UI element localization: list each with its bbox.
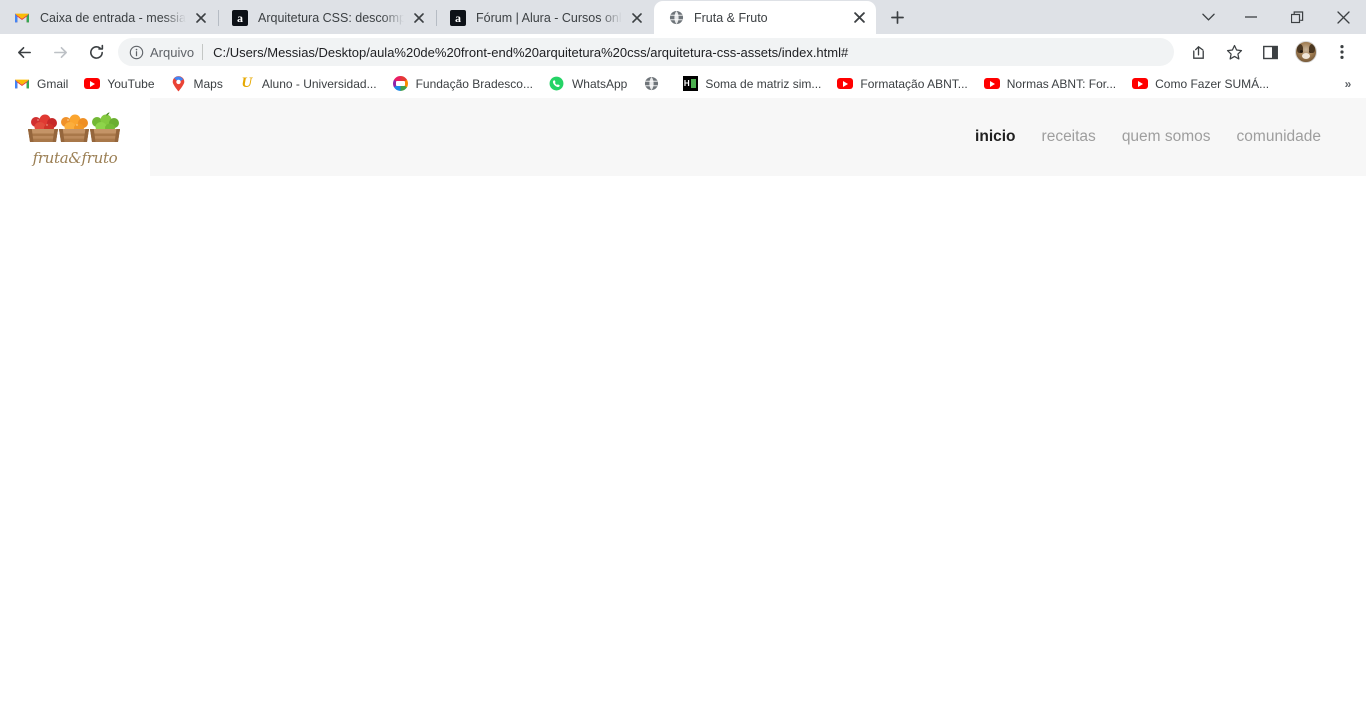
new-tab-button[interactable] bbox=[882, 2, 912, 32]
minimize-icon[interactable] bbox=[1228, 0, 1274, 34]
bookmark-maps[interactable]: Maps bbox=[163, 73, 231, 95]
bookmark-label: Aluno - Universidad... bbox=[261, 76, 377, 91]
fruit-crates-logo bbox=[24, 109, 126, 149]
bookmark-label: WhatsApp bbox=[571, 76, 628, 91]
tab-title: Fruta & Fruto bbox=[694, 10, 768, 25]
bookmark-label: Fundação Bradesco... bbox=[415, 76, 533, 91]
bookmark-label: Como Fazer SUMÁ... bbox=[1155, 76, 1270, 91]
three-dot-menu-icon[interactable] bbox=[1328, 38, 1356, 66]
url-scheme-label: Arquivo bbox=[150, 44, 195, 60]
browser-tab-1[interactable]: a Arquitetura CSS: descomplicando bbox=[218, 1, 436, 34]
side-panel-icon[interactable] bbox=[1256, 38, 1284, 66]
youtube-icon bbox=[1132, 76, 1149, 92]
u-letter-icon: U bbox=[241, 75, 253, 91]
page-viewport: fruta&fruto inicio receitas quem somos c… bbox=[0, 98, 1366, 728]
bradesco-icon bbox=[393, 76, 409, 92]
page-main-content bbox=[0, 176, 1366, 728]
logo-wordmark: fruta&fruto bbox=[32, 148, 118, 167]
forward-arrow-icon[interactable] bbox=[46, 38, 74, 66]
address-bar[interactable]: Arquivo C:/Users/Messias/Desktop/aula%20… bbox=[118, 38, 1174, 66]
browser-tab-3-active[interactable]: Fruta & Fruto bbox=[654, 1, 876, 34]
info-circle-icon[interactable] bbox=[124, 40, 148, 64]
bookmark-aluno-universidade[interactable]: U Aluno - Universidad... bbox=[231, 73, 385, 95]
youtube-icon bbox=[837, 76, 854, 92]
youtube-icon bbox=[983, 76, 1000, 92]
toolbar-right-actions bbox=[1180, 38, 1360, 66]
reload-icon[interactable] bbox=[82, 38, 110, 66]
alura-icon: a bbox=[232, 9, 248, 26]
bookmark-label: Formatação ABNT... bbox=[860, 76, 968, 91]
maximize-icon[interactable] bbox=[1274, 0, 1320, 34]
close-icon[interactable] bbox=[192, 9, 210, 27]
bookmark-soma-de-matriz[interactable]: H Soma de matriz sim... bbox=[674, 73, 829, 95]
bookmark-whatsapp[interactable]: WhatsApp bbox=[541, 73, 635, 95]
tab-title: Arquitetura CSS: descomplicando bbox=[258, 10, 404, 25]
bookmark-como-fazer-sumario[interactable]: Como Fazer SUMÁ... bbox=[1124, 73, 1277, 95]
bookmark-label: Normas ABNT: For... bbox=[1006, 76, 1117, 91]
bookmark-label: Maps bbox=[193, 76, 223, 91]
bookmark-unnamed-globe[interactable] bbox=[635, 73, 674, 95]
bookmark-fundacao-bradesco[interactable]: Fundação Bradesco... bbox=[385, 73, 541, 95]
tab-title: Caixa de entrada - messias.varelo bbox=[40, 10, 186, 25]
browser-toolbar: Arquivo C:/Users/Messias/Desktop/aula%20… bbox=[0, 34, 1366, 70]
close-icon[interactable] bbox=[410, 9, 428, 27]
nav-link-comunidade[interactable]: comunidade bbox=[1237, 128, 1321, 146]
nav-link-inicio[interactable]: inicio bbox=[975, 128, 1015, 146]
bookmark-youtube[interactable]: YouTube bbox=[76, 73, 162, 95]
star-icon[interactable] bbox=[1220, 38, 1248, 66]
bookmarks-bar: Gmail YouTube Maps U Aluno - Universidad… bbox=[0, 70, 1366, 98]
close-icon[interactable] bbox=[1320, 0, 1366, 34]
site-logo[interactable]: fruta&fruto bbox=[0, 98, 150, 176]
youtube-icon bbox=[84, 76, 101, 92]
gmail-icon bbox=[14, 10, 30, 26]
bookmark-normas-abnt[interactable]: Normas ABNT: For... bbox=[976, 73, 1124, 95]
url-text[interactable]: C:/Users/Messias/Desktop/aula%20de%20fro… bbox=[203, 45, 1170, 60]
browser-tab-strip: Caixa de entrada - messias.varelo a Arqu… bbox=[0, 0, 1366, 34]
nav-link-quem-somos[interactable]: quem somos bbox=[1122, 128, 1211, 146]
bookmark-formatacao-abnt[interactable]: Formatação ABNT... bbox=[829, 73, 975, 95]
globe-icon bbox=[668, 10, 684, 26]
gmail-icon bbox=[14, 76, 30, 92]
bookmark-label: Gmail bbox=[37, 76, 69, 91]
window-controls bbox=[1188, 0, 1366, 34]
bookmarks-overflow-icon[interactable]: » bbox=[1338, 74, 1358, 94]
tabs-container: Caixa de entrada - messias.varelo a Arqu… bbox=[0, 0, 912, 34]
globe-icon bbox=[643, 76, 659, 92]
tab-search-icon[interactable] bbox=[1188, 0, 1228, 34]
nav-link-receitas[interactable]: receitas bbox=[1042, 128, 1096, 146]
site-header: fruta&fruto inicio receitas quem somos c… bbox=[0, 98, 1366, 176]
bookmark-label: Soma de matriz sim... bbox=[705, 76, 822, 91]
browser-tab-2[interactable]: a Fórum | Alura - Cursos online de bbox=[436, 1, 654, 34]
site-navigation: inicio receitas quem somos comunidade bbox=[975, 128, 1366, 146]
browser-tab-0[interactable]: Caixa de entrada - messias.varelo bbox=[0, 1, 218, 34]
profile-avatar[interactable] bbox=[1292, 38, 1320, 66]
back-arrow-icon[interactable] bbox=[10, 38, 38, 66]
tab-title: Fórum | Alura - Cursos online de bbox=[476, 10, 622, 25]
close-icon[interactable] bbox=[850, 9, 868, 27]
share-icon[interactable] bbox=[1184, 38, 1212, 66]
bookmark-label: YouTube bbox=[107, 76, 155, 91]
close-icon[interactable] bbox=[628, 9, 646, 27]
bookmark-gmail[interactable]: Gmail bbox=[6, 73, 76, 95]
h-black-green-icon: H bbox=[682, 76, 698, 92]
whatsapp-icon bbox=[549, 76, 565, 92]
alura-icon: a bbox=[450, 9, 466, 26]
maps-pin-icon bbox=[171, 75, 187, 92]
